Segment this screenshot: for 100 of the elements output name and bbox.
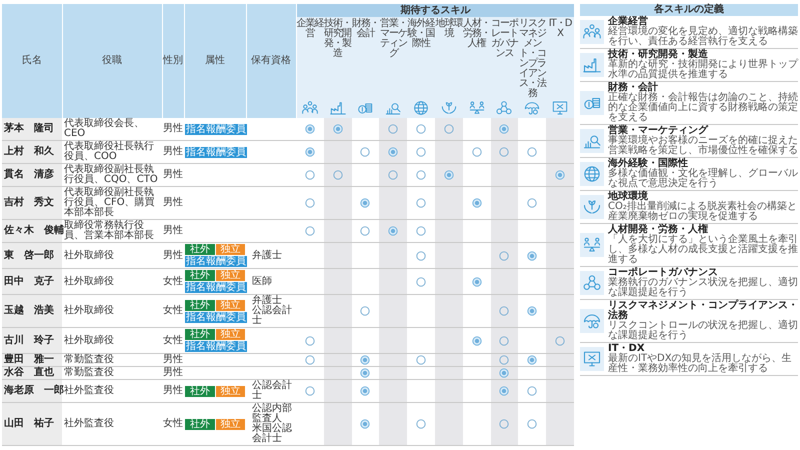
- scale-people-icon: [468, 100, 485, 116]
- attribute-badge: 独立: [216, 270, 245, 281]
- role-cell: 代表取締役副社長執行役員、CQO、CTO: [62, 164, 162, 186]
- name-cell: 海老原 一郎: [2, 380, 62, 402]
- attribute-badge: 独立: [216, 418, 245, 430]
- column-header: 企業経営: [296, 17, 324, 99]
- column-header: 財務・会計: [352, 17, 380, 99]
- role-cell: 社外取締役: [62, 242, 162, 268]
- hands-plant-icon: [440, 100, 457, 116]
- name-cell: 上村 和久: [2, 140, 62, 164]
- qualification-text: 公認内部監査人: [252, 404, 293, 424]
- network-icon: [496, 100, 512, 116]
- name-cell: 古川 玲子: [2, 328, 62, 354]
- attribute-badge: 社外: [185, 270, 214, 281]
- attribute-badge: 社外: [185, 418, 214, 430]
- attribute-badge: 指名報酬委員: [185, 256, 247, 267]
- role-cell: 社外取締役: [62, 268, 162, 294]
- people-icon: [302, 100, 318, 116]
- gender-cell: 女性: [162, 328, 184, 354]
- role-cell: 代表取締役社長執行役員、COO: [62, 140, 162, 164]
- attribute-badge: 指名報酬委員: [185, 341, 247, 352]
- gender-cell: 男性: [162, 164, 184, 186]
- skill-name: 人材開発・労務・人権: [608, 225, 709, 235]
- skill-description: リスクコントロールの状況を把握し、適切な課題提起を行う: [608, 321, 798, 341]
- skill-name: リスクマネジメント・コンプライアンス・法務: [608, 301, 798, 321]
- skill-description: 正確な財務・会計報告は勿論のこと、持続的な企業価値向上に資する財務戦略の策定を支える: [608, 93, 798, 123]
- column-header: 氏名: [2, 4, 62, 118]
- name-cell: 山田 祐子: [2, 402, 62, 446]
- skill-description: 最新のITやDXの知見を活用しながら、生産性・業務効率性の向上を牽引する: [608, 354, 793, 374]
- people-icon: [580, 20, 604, 44]
- role-cell: 社外取締役: [62, 294, 162, 328]
- skill-description: 事業環境やお客様のニーズを的確に捉えた営業戦略を策定し、市場優位性を確保する: [608, 136, 798, 156]
- attribute-badge: 社外: [185, 300, 214, 310]
- gender-cell: 女性: [162, 294, 184, 328]
- skill-description: 多様な価値観・文化を理解し、グローバルな視点で意思決定を行う: [608, 169, 798, 189]
- skill-description: 革新的な研究・技術開発により世界トップ水準の品質提供を推進する: [608, 60, 798, 80]
- column-header: 保有資格: [246, 4, 296, 118]
- group-header: 期待するスキル: [296, 4, 574, 17]
- network-icon: [580, 271, 604, 295]
- hands-plant-icon: [580, 195, 604, 219]
- name-cell: 水谷 直也: [2, 366, 62, 380]
- skill-name: 海外経験・国際性: [608, 159, 688, 169]
- coin-stack-icon: [580, 91, 604, 115]
- column-header: 人材・労務・人権: [462, 17, 491, 99]
- column-header: IT・DX: [546, 17, 574, 99]
- role-cell: 代表取締役会長、CEO: [62, 118, 162, 140]
- qualification-text: 公認会計士: [252, 306, 293, 326]
- name-cell: 田中 克子: [2, 268, 62, 294]
- name-cell: 豊田 雅一: [2, 354, 62, 366]
- skill-description: 業務執行のガバナンス状況を把握し、適切な課題提起を行う: [608, 278, 798, 298]
- name-cell: 玉越 浩美: [2, 294, 62, 328]
- column-header: コーポレートガバナンス: [490, 17, 518, 99]
- skill-description: 経営環境の変化を見定め、適切な戦略構築を行い、責任ある経営執行を支える: [608, 27, 798, 47]
- gender-cell: 男性: [162, 186, 184, 220]
- skill-description: CO₂排出量削減による脱炭素社会の構築と産業廃棄物ゼロの実現を促進する: [608, 202, 798, 222]
- globe-icon: [413, 100, 430, 116]
- factory-icon: [580, 53, 604, 77]
- attribute-badge: 独立: [216, 329, 245, 340]
- name-cell: 佐々木 俊輔: [2, 220, 62, 242]
- globe-icon: [580, 162, 604, 186]
- skill-name: IT・DX: [608, 344, 645, 354]
- column-header: 役職: [62, 4, 162, 118]
- magnifier-chart-icon: [385, 100, 402, 116]
- qualification-text: 弁護士: [252, 250, 283, 260]
- attribute-badge: 社外: [185, 386, 214, 396]
- gender-cell: 男性: [162, 366, 184, 380]
- attribute-badge: 社外: [185, 329, 214, 340]
- column-header: 技術・研究開発・製造: [324, 17, 352, 99]
- qualification-text: 弁護士: [252, 296, 282, 306]
- column-header: 地球環境: [434, 17, 463, 99]
- skill-name: 企業経営: [608, 17, 648, 27]
- attribute-badge: 独立: [216, 244, 245, 255]
- name-cell: 茅本 隆司: [2, 118, 62, 140]
- column-header: 属性: [184, 4, 246, 118]
- skill-name: 技術・研究開発・製造: [608, 50, 708, 60]
- scale-people-icon: [580, 233, 604, 257]
- role-cell: 社外監査役: [62, 402, 162, 446]
- attribute-badge: 独立: [216, 300, 245, 310]
- qualification-text: 公認会計士: [252, 381, 293, 401]
- attribute-badge: 指名報酬委員: [185, 282, 247, 293]
- skill-name: 営業・マーケティング: [608, 126, 710, 136]
- attribute-badge: 社外: [185, 244, 214, 255]
- gender-cell: 男性: [162, 354, 184, 366]
- column-header: 海外経験・国際性: [407, 17, 435, 99]
- name-cell: 吉村 秀文: [2, 186, 62, 220]
- factory-icon: [330, 100, 346, 116]
- skill-name: コーポレートガバナンス: [608, 268, 718, 278]
- gender-cell: 女性: [162, 268, 184, 294]
- attribute-badge: 指名報酬委員: [185, 312, 247, 322]
- column-header: 営業・マーケティング: [379, 17, 408, 99]
- gender-cell: 男性: [162, 118, 184, 140]
- role-cell: 社外取締役: [62, 328, 162, 354]
- role-cell: 代表取締役副社長執行役員、CFO、購買本部本部長: [62, 186, 162, 220]
- umbrella-icon: [580, 309, 604, 333]
- gender-cell: 女性: [162, 402, 184, 446]
- umbrella-icon: [524, 100, 540, 116]
- role-cell: 社外監査役: [62, 380, 162, 402]
- name-cell: 東 啓一郎: [2, 242, 62, 268]
- role-cell: 常勤監査役: [62, 366, 162, 380]
- gender-cell: 男性: [162, 140, 184, 164]
